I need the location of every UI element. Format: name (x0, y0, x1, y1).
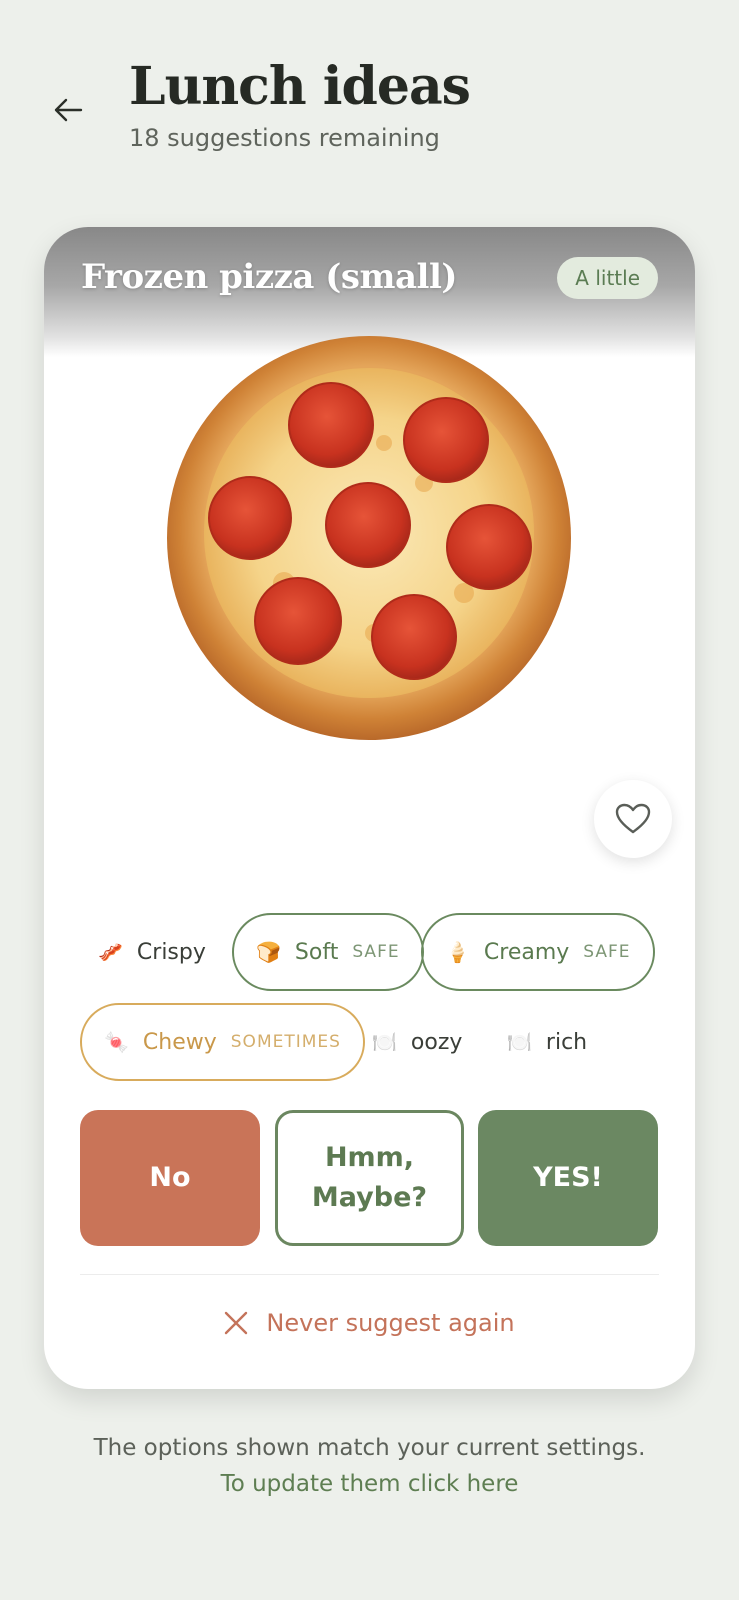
favorite-button[interactable] (594, 780, 672, 858)
texture-tag: SOMETIMES (230, 1032, 341, 1052)
footer-text: The options shown match your current set… (93, 1435, 646, 1461)
yes-button[interactable]: YES! (478, 1110, 658, 1246)
amount-badge: A little (557, 257, 658, 299)
never-suggest-button[interactable]: Never suggest again (44, 1309, 695, 1337)
texture-chip-soft[interactable]: 🍞 Soft SAFE (232, 913, 424, 991)
plate-icon: 🍽️ (507, 1030, 532, 1054)
texture-chip-oozy[interactable]: 🍽️ oozy (350, 1003, 484, 1081)
close-icon (225, 1311, 248, 1335)
texture-chip-rich[interactable]: 🍽️ rich (485, 1003, 609, 1081)
texture-chip-chewy[interactable]: 🍬 Chewy SOMETIMES (80, 1003, 365, 1081)
ice-cream-icon: 🍦 (445, 940, 470, 964)
bacon-icon: 🥓 (98, 940, 123, 964)
page: Lunch ideas 18 suggestions remaining Fro… (0, 0, 739, 1600)
texture-tag: SAFE (583, 942, 631, 962)
maybe-label: Hmm, Maybe? (311, 1142, 428, 1213)
pizza-image (167, 336, 571, 740)
candy-icon: 🍬 (104, 1030, 129, 1054)
maybe-button[interactable]: Hmm, Maybe? (275, 1110, 464, 1246)
no-button[interactable]: No (80, 1110, 260, 1246)
texture-label: Creamy (483, 939, 570, 965)
bread-icon: 🍞 (256, 940, 281, 964)
texture-label: oozy (410, 1029, 463, 1055)
update-settings-link[interactable]: To update them click here (0, 1466, 739, 1502)
food-name: Frozen pizza (small) (81, 257, 457, 297)
heart-icon (615, 803, 651, 834)
settings-footer: The options shown match your current set… (0, 1430, 739, 1502)
texture-chip-creamy[interactable]: 🍦 Creamy SAFE (421, 913, 655, 991)
texture-label: rich (545, 1029, 588, 1055)
plate-icon: 🍽️ (372, 1030, 397, 1054)
back-button[interactable] (44, 86, 92, 134)
texture-tag: SAFE (352, 942, 400, 962)
texture-label: Chewy (142, 1029, 217, 1055)
texture-chip-crispy[interactable]: 🥓 Crispy (76, 913, 228, 991)
never-suggest-label: Never suggest again (266, 1309, 515, 1337)
texture-label: Soft (294, 939, 339, 965)
divider (80, 1274, 659, 1275)
texture-label: Crispy (136, 939, 206, 965)
arrow-left-icon (54, 98, 83, 122)
page-title: Lunch ideas (129, 56, 471, 117)
suggestion-card: Frozen pizza (small) A little 🥓 Crispy 🍞… (44, 227, 695, 1389)
suggestions-remaining: 18 suggestions remaining (129, 124, 440, 152)
